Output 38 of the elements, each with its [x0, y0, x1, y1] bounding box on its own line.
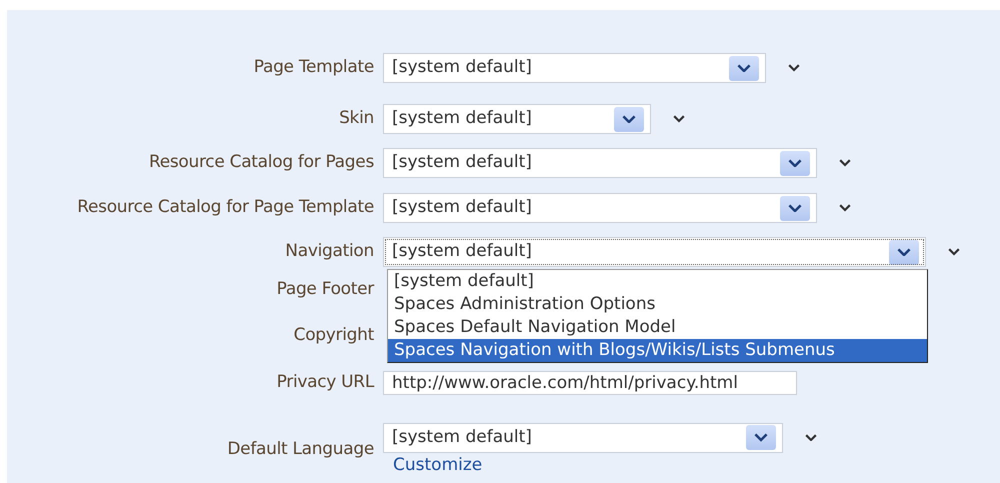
field-label: Default Language	[226, 438, 375, 460]
dropdown-field[interactable]: [system default]	[383, 104, 651, 134]
chevron-icon	[622, 114, 636, 124]
dropdown-field[interactable]: [system default]	[383, 193, 817, 223]
dropdown-button[interactable]	[780, 150, 810, 176]
chevron-icon[interactable]	[788, 64, 800, 72]
dropdown-button[interactable]	[729, 56, 759, 80]
chevron-icon[interactable]	[839, 204, 851, 212]
field-label: Skin	[338, 107, 375, 130]
dropdown-option[interactable]: Spaces Administration Options	[388, 293, 927, 316]
field-label: Copyright	[292, 324, 375, 348]
field-label: Page Footer	[276, 278, 376, 302]
chevron-icon[interactable]	[839, 159, 851, 167]
dropdown-button[interactable]	[889, 240, 919, 264]
dropdown-option[interactable]: [system default]	[388, 270, 927, 293]
chevron-icon[interactable]	[673, 115, 685, 123]
field-label: Resource Catalog for Pages	[148, 151, 375, 174]
chevron-icon[interactable]	[948, 248, 960, 256]
chevron-icon	[737, 64, 751, 72]
chevron-icon[interactable]	[805, 434, 817, 442]
field-label: Resource Catalog for Page Template	[76, 196, 375, 220]
dropdown-button[interactable]	[614, 106, 644, 132]
dropdown-field[interactable]: [system default]	[383, 422, 783, 452]
input-field[interactable]: http://www.oracle.com/html/privacy.html	[383, 370, 797, 395]
dropdown-button[interactable]	[746, 425, 776, 450]
chevron-icon	[788, 158, 802, 168]
dropdown-field[interactable]: [system default]	[383, 53, 766, 83]
chevron-icon	[788, 204, 802, 212]
field-label: Page Template	[252, 56, 375, 80]
field-label: Privacy URL	[276, 371, 376, 394]
field-label: Navigation	[284, 240, 375, 264]
dropdown-option[interactable]: Spaces Navigation with Blogs/Wikis/Lists Submenus	[388, 339, 927, 362]
dropdown-field[interactable]: [system default]	[383, 148, 817, 178]
chevron-icon	[754, 433, 768, 442]
dropdown-button[interactable]	[780, 196, 810, 220]
chevron-icon	[897, 248, 911, 256]
dropdown-option[interactable]: Spaces Default Navigation Model	[388, 316, 927, 339]
customize-link[interactable]: Customize	[393, 454, 482, 474]
